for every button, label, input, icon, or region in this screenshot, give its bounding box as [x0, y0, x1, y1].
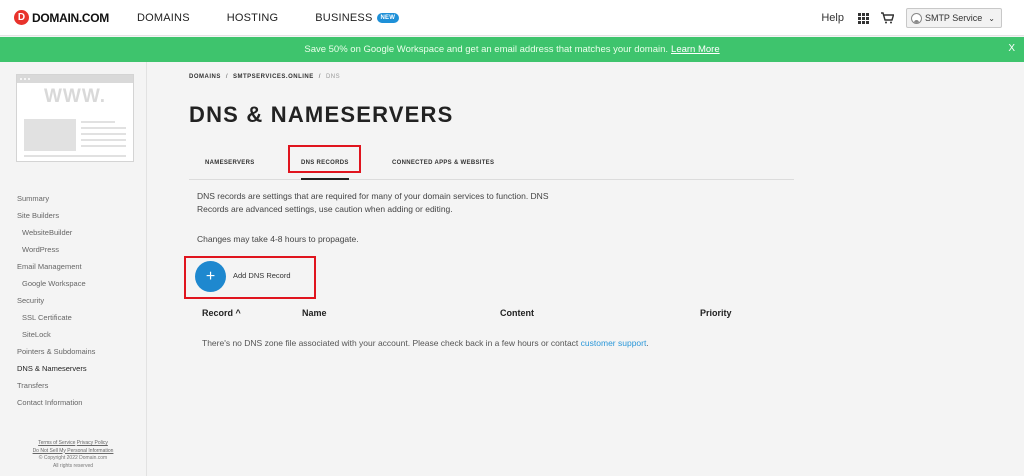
- tab-connected-apps[interactable]: CONNECTED APPS & WEBSITES: [392, 147, 494, 180]
- sidebar-menu: Summary Site Builders WebsiteBuilder Wor…: [0, 190, 146, 411]
- top-nav: D DOMAIN.COM DOMAINS HOSTING BUSINESS NE…: [0, 0, 1024, 36]
- nav-business-label: BUSINESS: [315, 11, 373, 24]
- terms-link[interactable]: Terms of Service: [38, 440, 75, 446]
- breadcrumb-domain-name[interactable]: SMTPSERVICES.ONLINE: [233, 74, 314, 80]
- privacy-link[interactable]: Privacy Policy: [77, 440, 108, 446]
- sidebar: WWW. Summary Site Builders WebsiteBuilde…: [0, 62, 147, 476]
- column-priority[interactable]: Priority: [700, 308, 732, 318]
- promo-learn-more-link[interactable]: Learn More: [671, 44, 720, 55]
- records-table-header: Record ^ Name Content Priority: [148, 308, 1024, 320]
- add-dns-record-button[interactable]: +: [195, 261, 226, 292]
- nav-domains-label: DOMAINS: [137, 11, 190, 24]
- nav-business[interactable]: BUSINESS NEW: [315, 11, 400, 24]
- breadcrumb: DOMAINS / SMTPSERVICES.ONLINE / DNS: [189, 74, 340, 80]
- breadcrumb-domains[interactable]: DOMAINS: [189, 74, 221, 80]
- help-link[interactable]: Help: [821, 12, 844, 24]
- promo-text: Save 50% on Google Workspace and get an …: [304, 44, 669, 55]
- sidebar-item-email-management[interactable]: Email Management: [0, 258, 146, 275]
- dns-description: DNS records are settings that are requir…: [197, 190, 617, 216]
- sidebar-item-contact-information[interactable]: Contact Information: [0, 394, 146, 411]
- sidebar-footer: Terms of Service Privacy Policy Do Not S…: [0, 440, 146, 470]
- cart-icon[interactable]: [880, 12, 894, 24]
- rights-text: All rights reserved: [52, 462, 93, 469]
- sidebar-item-sitelock[interactable]: SiteLock: [0, 326, 146, 343]
- brand-name: DOMAIN.COM: [32, 10, 109, 25]
- sidebar-item-google-workspace[interactable]: Google Workspace: [0, 275, 146, 292]
- tab-bar: NAMESERVERS DNS RECORDS CONNECTED APPS &…: [189, 147, 794, 180]
- column-content[interactable]: Content: [500, 308, 534, 318]
- breadcrumb-separator: /: [225, 74, 229, 80]
- promo-banner: Save 50% on Google Workspace and get an …: [0, 37, 1024, 62]
- nav-hosting-label: HOSTING: [226, 11, 279, 24]
- brand-logo[interactable]: D DOMAIN.COM: [14, 10, 109, 25]
- empty-records-message: There's no DNS zone file associated with…: [202, 338, 649, 348]
- site-thumbnail: WWW.: [16, 74, 134, 162]
- sidebar-item-websitebuilder[interactable]: WebsiteBuilder: [0, 224, 146, 241]
- dns-description-line: DNS records are settings that are requir…: [197, 191, 549, 201]
- plus-icon: +: [205, 267, 216, 285]
- sidebar-item-dns-nameservers[interactable]: DNS & Nameservers: [0, 360, 146, 377]
- breadcrumb-current: DNS: [325, 74, 341, 80]
- thumbnail-image-block: [24, 119, 76, 151]
- sidebar-item-transfers[interactable]: Transfers: [0, 377, 146, 394]
- empty-records-period: .: [646, 338, 649, 348]
- new-badge: NEW: [376, 12, 400, 23]
- column-record[interactable]: Record ^: [202, 308, 241, 318]
- account-menu-button[interactable]: SMTP Service ⌄: [905, 8, 1002, 28]
- empty-records-text: There's no DNS zone file associated with…: [202, 338, 579, 348]
- close-icon[interactable]: X: [1008, 43, 1015, 54]
- thumbnail-browser-bar: [17, 75, 133, 83]
- sidebar-item-ssl-certificate[interactable]: SSL Certificate: [0, 309, 146, 326]
- nav-hosting[interactable]: HOSTING: [227, 12, 279, 24]
- sidebar-item-site-builders[interactable]: Site Builders: [0, 207, 146, 224]
- chevron-down-icon: ⌄: [988, 13, 995, 23]
- nav-right: Help SMTP Service ⌄: [821, 0, 1002, 36]
- logo-mark-icon: D: [14, 10, 29, 25]
- sidebar-item-summary[interactable]: Summary: [0, 190, 146, 207]
- sidebar-item-security[interactable]: Security: [0, 292, 146, 309]
- apps-grid-icon[interactable]: [857, 12, 869, 24]
- breadcrumb-separator: /: [318, 74, 321, 80]
- propagate-note: Changes may take 4-8 hours to propagate.: [197, 234, 359, 244]
- sidebar-item-pointers-subdomains[interactable]: Pointers & Subdomains: [0, 343, 146, 360]
- add-dns-record-label[interactable]: Add DNS Record: [233, 271, 291, 280]
- sidebar-item-wordpress[interactable]: WordPress: [0, 241, 146, 258]
- nav-domains[interactable]: DOMAINS: [137, 12, 190, 24]
- main-content: DOMAINS / SMTPSERVICES.ONLINE / DNS DNS …: [148, 62, 1024, 476]
- column-name[interactable]: Name: [302, 308, 327, 318]
- page-title: DNS & NAMESERVERS: [189, 102, 454, 127]
- avatar-icon: [910, 12, 922, 24]
- copyright-text: © Copyright 2022 Domain.com: [38, 455, 108, 461]
- highlight-box-dns-records: [288, 145, 361, 173]
- tab-nameservers[interactable]: NAMESERVERS: [205, 147, 255, 180]
- customer-support-link[interactable]: customer support: [581, 338, 647, 348]
- thumbnail-www: WWW.: [43, 86, 107, 107]
- account-name: SMTP Service: [924, 13, 983, 23]
- primary-nav: DOMAINS HOSTING BUSINESS NEW: [137, 12, 436, 24]
- dns-description-line: Records are advanced settings, use cauti…: [197, 204, 453, 214]
- do-not-sell-link[interactable]: Do Not Sell My Personal Information: [33, 448, 114, 454]
